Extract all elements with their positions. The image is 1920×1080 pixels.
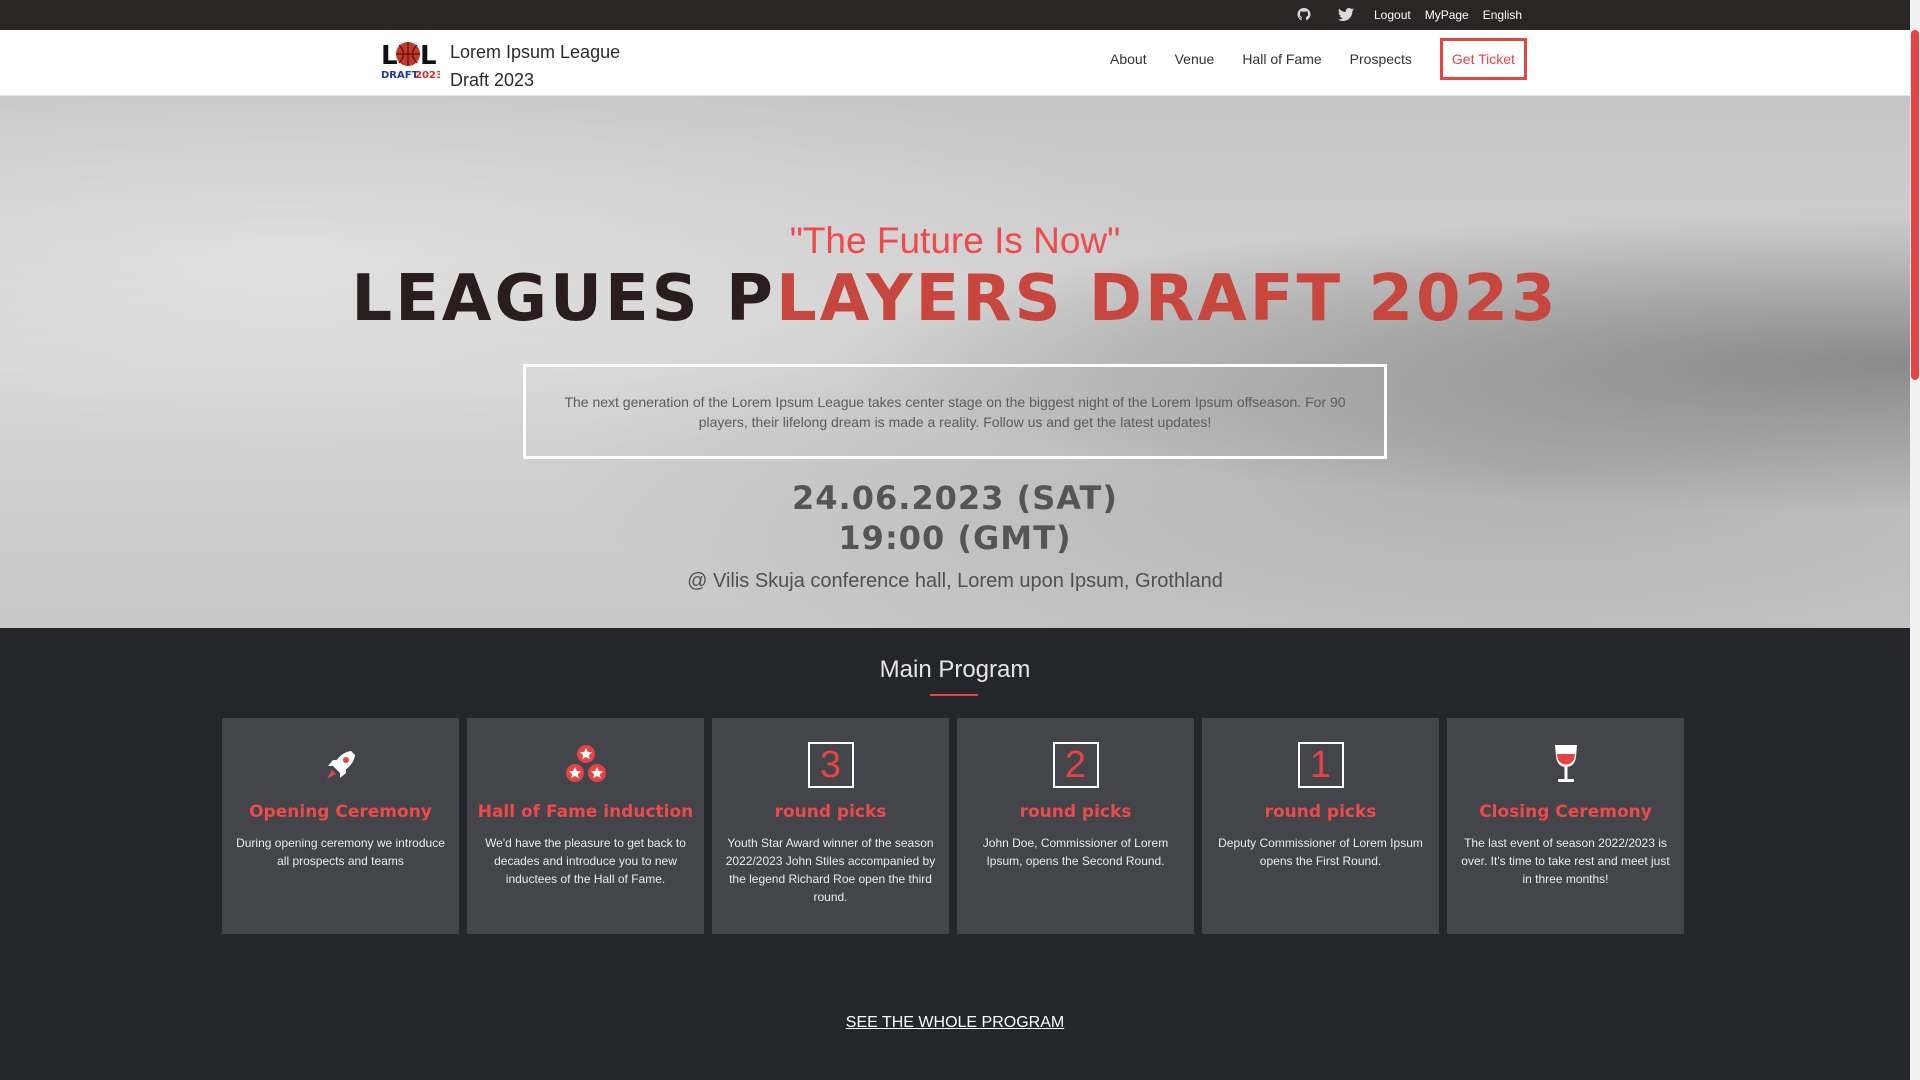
round-number-2: 2 bbox=[1052, 742, 1099, 788]
rocket-icon bbox=[222, 740, 459, 790]
league-logo[interactable]: L L DRAFT 2023 bbox=[378, 36, 443, 84]
program-title: Main Program bbox=[879, 656, 1031, 683]
brand-line-2: Draft 2023 bbox=[450, 70, 535, 90]
program-card-hall-of-fame: Hall of Fame induction We'd have the ple… bbox=[467, 718, 704, 934]
round-number-3: 3 bbox=[807, 742, 854, 788]
svg-text:2023: 2023 bbox=[415, 70, 440, 81]
wine-glass-icon bbox=[1447, 740, 1684, 790]
main-navbar: L L DRAFT 2023 Lorem Ipsum League Draft … bbox=[0, 30, 1910, 96]
language-link[interactable]: English bbox=[1483, 8, 1522, 22]
headline-part-2: LAYERS DRAFT 2023 bbox=[775, 262, 1559, 336]
program-card-round-3: 3 round picks Youth Star Award winner of… bbox=[712, 718, 949, 934]
intro-text: The next generation of the Lorem Ipsum L… bbox=[564, 393, 1346, 430]
hero-tagline: "The Future Is Now" bbox=[789, 220, 1121, 261]
title-underline bbox=[930, 694, 978, 696]
nav-about[interactable]: About bbox=[1110, 51, 1147, 67]
card-text: John Doe, Commissioner of Lorem Ipsum, o… bbox=[982, 836, 1169, 868]
headline-part-1: LEAGUES P bbox=[351, 262, 776, 336]
top-bar-links: Logout MyPage English bbox=[1290, 0, 1522, 30]
card-title: Closing Ceremony bbox=[1479, 802, 1652, 822]
card-text: Youth Star Award winner of the season 20… bbox=[725, 836, 936, 904]
event-time: 19:00 (GMT) bbox=[838, 519, 1072, 557]
get-ticket-button[interactable]: Get Ticket bbox=[1439, 38, 1527, 80]
card-title: round picks bbox=[1264, 802, 1377, 822]
main-program-section: Main Program Opening Ceremony During ope… bbox=[0, 628, 1910, 1080]
event-venue: @ Vilis Skuja conference hall, Lorem upo… bbox=[687, 570, 1223, 592]
see-whole-program-link[interactable]: SEE THE WHOLE PROGRAM bbox=[846, 1014, 1064, 1031]
nav-venue[interactable]: Venue bbox=[1175, 51, 1215, 67]
logout-link[interactable]: Logout bbox=[1374, 8, 1411, 22]
program-card-opening: Opening Ceremony During opening ceremony… bbox=[222, 718, 459, 934]
mypage-link[interactable]: MyPage bbox=[1425, 8, 1469, 22]
card-text: We'd have the pleasure to get back to de… bbox=[485, 836, 686, 886]
card-title: Opening Ceremony bbox=[249, 802, 432, 822]
brand-title[interactable]: Lorem Ipsum League Draft 2023 bbox=[450, 38, 670, 94]
card-title: Hall of Fame induction bbox=[477, 802, 694, 822]
card-text: During opening ceremony we introduce all… bbox=[236, 836, 445, 868]
brand-line-1: Lorem Ipsum League bbox=[450, 42, 621, 62]
page-scrollbar-thumb[interactable] bbox=[1911, 30, 1919, 380]
see-all-wrapper: SEE THE WHOLE PROGRAM bbox=[0, 1014, 1910, 1032]
top-bar: Logout MyPage English bbox=[0, 0, 1920, 30]
nav-hall-of-fame[interactable]: Hall of Fame bbox=[1242, 51, 1321, 67]
card-text: Deputy Commissioner of Lorem Ipsum opens… bbox=[1218, 836, 1423, 868]
svg-text:L: L bbox=[420, 41, 437, 71]
round-number-1: 1 bbox=[1297, 742, 1344, 788]
hero-headline: LEAGUES PLAYERS DRAFT 2023 bbox=[0, 262, 1910, 336]
event-datetime: 24.06.2023 (SAT) 19:00 (GMT) bbox=[0, 478, 1910, 558]
hero-section: "The Future Is Now" LEAGUES PLAYERS DRAF… bbox=[0, 96, 1910, 628]
svg-text:L: L bbox=[381, 41, 398, 71]
nav-prospects[interactable]: Prospects bbox=[1350, 51, 1412, 67]
main-nav: About Venue Hall of Fame Prospects Get T… bbox=[1096, 38, 1527, 80]
card-title: round picks bbox=[774, 802, 887, 822]
github-icon[interactable] bbox=[1290, 1, 1318, 29]
intro-box: The next generation of the Lorem Ipsum L… bbox=[523, 364, 1387, 459]
program-card-round-2: 2 round picks John Doe, Commissioner of … bbox=[957, 718, 1194, 934]
svg-text:DRAFT: DRAFT bbox=[381, 70, 419, 81]
event-date: 24.06.2023 (SAT) bbox=[792, 479, 1118, 517]
program-card-round-1: 1 round picks Deputy Commissioner of Lor… bbox=[1202, 718, 1439, 934]
program-card-closing: Closing Ceremony The last event of seaso… bbox=[1447, 718, 1684, 934]
program-cards: Opening Ceremony During opening ceremony… bbox=[222, 718, 1688, 934]
card-text: The last event of season 2022/2023 is ov… bbox=[1461, 836, 1670, 886]
stars-icon bbox=[467, 740, 704, 790]
card-title: round picks bbox=[1019, 802, 1132, 822]
twitter-icon[interactable] bbox=[1332, 1, 1360, 29]
